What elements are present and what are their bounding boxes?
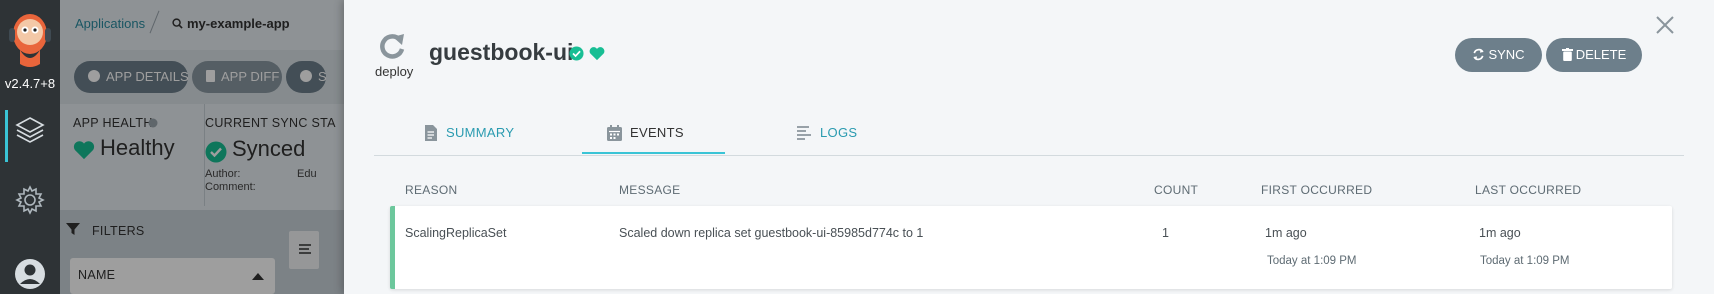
event-first-occurred-relative: 1m ago xyxy=(1265,226,1307,240)
tab-summary-label: SUMMARY xyxy=(446,125,515,140)
trash-icon xyxy=(1561,48,1573,61)
tab-events[interactable]: EVENTS xyxy=(607,112,684,156)
column-header-count: COUNT xyxy=(1154,183,1199,197)
sync-button[interactable]: SYNC xyxy=(1455,38,1542,72)
column-header-first-occurred: FIRST OCCURRED xyxy=(1261,183,1373,197)
healthy-heart-icon xyxy=(589,47,605,61)
tab-summary[interactable]: SUMMARY xyxy=(424,112,514,156)
sync-icon xyxy=(1473,48,1485,61)
resource-details-panel: deploy guestbook-ui SYNC DELETE SUMMARY xyxy=(344,0,1714,294)
active-tab-indicator xyxy=(582,152,725,154)
resource-title: guestbook-ui xyxy=(429,39,574,65)
app-version: v2.4.7+8 xyxy=(4,76,56,91)
event-reason: ScalingReplicaSet xyxy=(405,226,507,240)
event-last-occurred-relative: 1m ago xyxy=(1479,226,1521,240)
argo-logo-icon[interactable] xyxy=(6,10,54,70)
column-header-message: MESSAGE xyxy=(619,183,681,197)
event-count: 1 xyxy=(1162,226,1169,240)
applications-layers-icon[interactable] xyxy=(14,114,46,146)
left-nav: v2.4.7+8 xyxy=(0,0,60,294)
delete-button[interactable]: DELETE xyxy=(1546,38,1642,72)
close-icon[interactable] xyxy=(1654,14,1676,36)
synced-check-icon xyxy=(569,46,584,61)
resource-kind-label: deploy xyxy=(375,64,414,79)
calendar-icon xyxy=(607,125,622,141)
column-header-reason: REASON xyxy=(405,183,458,197)
user-avatar-icon[interactable] xyxy=(14,258,46,290)
settings-gear-icon[interactable] xyxy=(14,184,46,216)
nav-active-indicator xyxy=(5,110,8,162)
event-last-occurred-absolute: Today at 1:09 PM xyxy=(1480,255,1570,267)
event-row: ScalingReplicaSet Scaled down replica se… xyxy=(390,206,1672,289)
panel-tabs: SUMMARY EVENTS LOGS xyxy=(374,112,1684,156)
document-icon xyxy=(425,125,437,141)
event-message: Scaled down replica set guestbook-ui-859… xyxy=(619,226,924,240)
column-header-last-occurred: LAST OCCURRED xyxy=(1475,183,1582,197)
sync-button-label: SYNC xyxy=(1488,47,1525,62)
tab-logs[interactable]: LOGS xyxy=(797,112,857,156)
lines-icon xyxy=(797,126,811,140)
event-first-occurred-absolute: Today at 1:09 PM xyxy=(1267,255,1357,267)
delete-button-label: DELETE xyxy=(1575,47,1627,62)
deployment-icon xyxy=(380,34,405,59)
